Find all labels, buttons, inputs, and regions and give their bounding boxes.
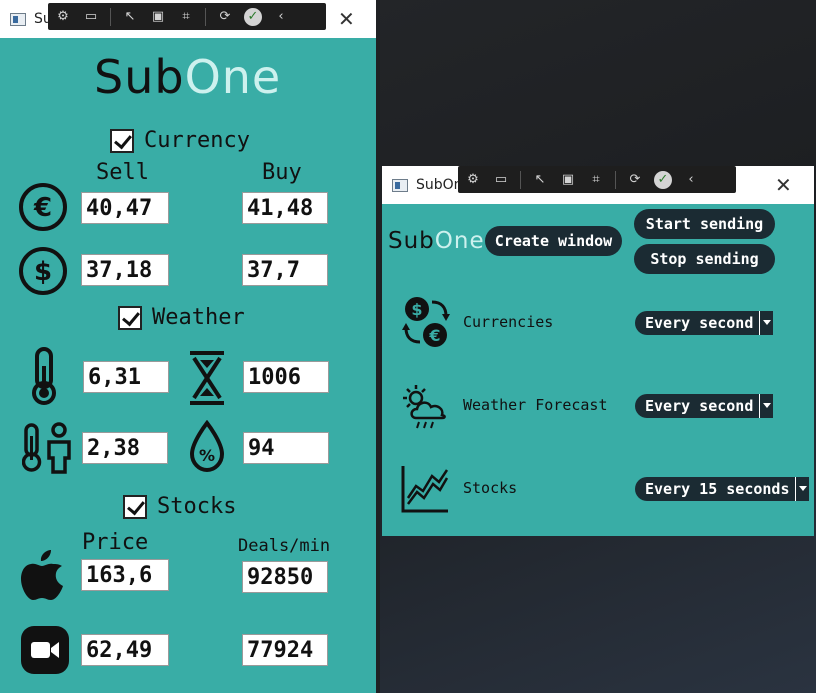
chevron-left-icon[interactable]: ‹ xyxy=(682,172,700,188)
create-window-button[interactable]: Create window xyxy=(485,226,622,256)
start-sending-button[interactable]: Start sending xyxy=(634,209,775,239)
live-tree-icon[interactable]: ⚙ xyxy=(464,172,482,188)
stocks-interval-dropdown[interactable]: Every 15 seconds xyxy=(635,477,809,501)
weather-icon xyxy=(403,385,446,429)
pressure-icon xyxy=(190,351,224,405)
euro-buy-value: 41,48 xyxy=(242,192,328,224)
stocks-checkbox[interactable]: Stocks xyxy=(123,494,236,519)
thermometer-icon xyxy=(32,347,56,405)
sell-header: Sell xyxy=(96,160,149,185)
select-element-icon[interactable]: ↖ xyxy=(121,9,139,25)
apple-icon xyxy=(21,550,63,600)
subone-control-window: SubOn ✕ ⚙ ▭ ↖ ▣ ⌗ ⟳ ✓ ‹ SubOne Create wi… xyxy=(382,166,814,536)
display-layout-icon[interactable]: ▣ xyxy=(559,172,577,188)
currency-label: Currency xyxy=(144,128,250,153)
close-icon[interactable]: ✕ xyxy=(338,9,355,29)
temperature-value: 6,31 xyxy=(83,361,169,393)
window-title: SubOn xyxy=(416,177,463,193)
stocks-label: Stocks xyxy=(157,494,237,519)
weather-forecast-label: Weather Forecast xyxy=(463,396,608,414)
weather-interval-dropdown[interactable]: Every second xyxy=(635,394,773,418)
select-element-icon[interactable]: ↖ xyxy=(531,172,549,188)
separator xyxy=(520,170,521,189)
svg-text:€: € xyxy=(33,193,52,223)
logo-sub: Sub xyxy=(388,228,435,254)
stop-sending-button[interactable]: Stop sending xyxy=(634,244,775,274)
humidity-value: 94 xyxy=(243,432,329,464)
app-icon xyxy=(10,13,26,26)
stocks-chart-icon xyxy=(401,466,449,513)
zoom-icon xyxy=(21,626,69,674)
svg-text:$: $ xyxy=(411,300,422,319)
chevron-left-icon[interactable]: ‹ xyxy=(272,9,290,25)
logo: SubOne xyxy=(388,228,485,254)
video-icon[interactable]: ▭ xyxy=(492,172,510,188)
debug-toolbar: ⚙ ▭ ↖ ▣ ⌗ ⟳ ✓ ‹ xyxy=(458,166,736,193)
stocks-label: Stocks xyxy=(463,479,518,497)
logo-one: One xyxy=(434,228,485,254)
chevron-down-icon[interactable] xyxy=(759,394,773,418)
video-icon[interactable]: ▭ xyxy=(82,9,100,25)
close-icon[interactable]: ✕ xyxy=(775,175,792,195)
app-icon xyxy=(392,179,408,192)
separator xyxy=(110,7,111,26)
euro-icon: € xyxy=(19,183,67,231)
weather-checkbox[interactable]: Weather xyxy=(118,305,245,330)
dollar-sell-value: 37,18 xyxy=(81,254,169,286)
hot-reload-icon[interactable]: ⟳ xyxy=(626,172,644,188)
deals-header: Deals/min xyxy=(238,536,331,556)
apple-deals-value: 92850 xyxy=(242,561,328,593)
debug-toolbar: ⚙ ▭ ↖ ▣ ⌗ ⟳ ✓ ‹ xyxy=(48,3,326,30)
stocks-interval-value: Every 15 seconds xyxy=(645,480,790,498)
currency-exchange-icon: $ € xyxy=(402,297,450,347)
euro-sell-value: 40,47 xyxy=(81,192,169,224)
pressure-value: 1006 xyxy=(243,361,329,393)
zoom-deals-value: 77924 xyxy=(242,634,328,666)
logo-one: One xyxy=(184,50,282,104)
chevron-down-icon[interactable] xyxy=(759,311,773,335)
svg-text:%: % xyxy=(199,446,215,465)
logo: SubOne xyxy=(94,50,281,104)
live-tree-icon[interactable]: ⚙ xyxy=(54,9,72,25)
dollar-icon: $ xyxy=(19,247,67,295)
price-header: Price xyxy=(82,530,149,555)
weather-label: Weather xyxy=(152,305,245,330)
currency-checkbox[interactable]: Currency xyxy=(110,128,250,153)
checkmark-icon[interactable]: ✓ xyxy=(244,7,262,26)
checkbox-box[interactable] xyxy=(110,128,134,153)
currencies-interval-dropdown[interactable]: Every second xyxy=(635,311,773,335)
separator xyxy=(615,170,616,189)
separator xyxy=(205,7,206,26)
subone-display-window: Sub ✕ ⚙ ▭ ↖ ▣ ⌗ ⟳ ✓ ‹ SubOne Currency Se… xyxy=(0,0,376,693)
checkbox-box[interactable] xyxy=(118,305,142,330)
display-layout-icon[interactable]: ▣ xyxy=(149,9,167,25)
checkmark-icon[interactable]: ✓ xyxy=(654,170,672,189)
track-focus-icon[interactable]: ⌗ xyxy=(177,9,195,25)
feels-like-icon xyxy=(22,422,71,474)
humidity-icon: % xyxy=(189,420,225,473)
currencies-interval-value: Every second xyxy=(645,314,754,332)
checkbox-box[interactable] xyxy=(123,494,147,519)
chevron-down-icon[interactable] xyxy=(795,477,809,501)
apple-price-value: 163,6 xyxy=(81,559,169,591)
track-focus-icon[interactable]: ⌗ xyxy=(587,172,605,188)
svg-text:€: € xyxy=(428,326,440,345)
zoom-price-value: 62,49 xyxy=(81,634,169,666)
dollar-buy-value: 37,7 xyxy=(242,254,328,286)
hot-reload-icon[interactable]: ⟳ xyxy=(216,9,234,25)
buy-header: Buy xyxy=(262,160,302,185)
currencies-label: Currencies xyxy=(463,313,554,331)
svg-text:$: $ xyxy=(34,257,52,287)
feels-like-value: 2,38 xyxy=(82,432,168,464)
weather-interval-value: Every second xyxy=(645,397,754,415)
logo-sub: Sub xyxy=(94,50,185,104)
